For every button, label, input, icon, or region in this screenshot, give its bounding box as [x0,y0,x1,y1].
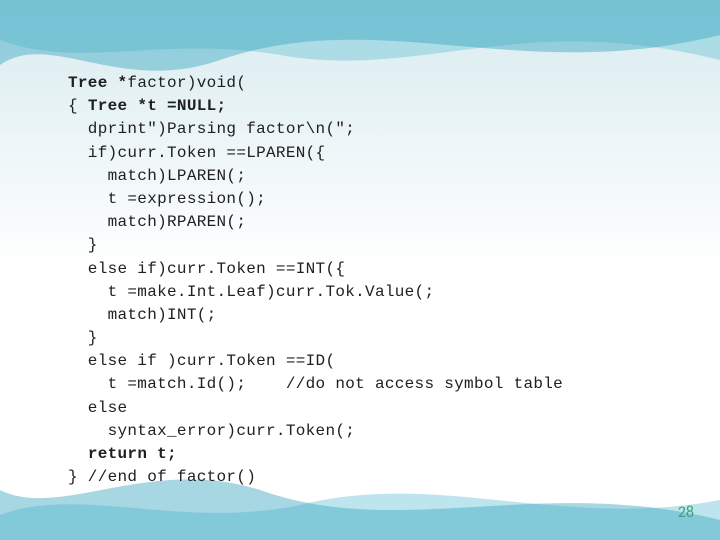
code-line: match)RPAREN(; [68,211,563,234]
code-line: return t; [68,443,563,466]
code-line: } [68,327,563,350]
code-line: t =make.Int.Leaf)curr.Tok.Value(; [68,281,563,304]
code-line: if)curr.Token ==LPAREN({ [68,142,563,165]
code-block: Tree *factor)void( { Tree *t =NULL; dpri… [68,72,563,489]
code-line: t =match.Id(); //do not access symbol ta… [68,373,563,396]
code-line: match)INT(; [68,304,563,327]
code-line: t =expression(); [68,188,563,211]
code-line: dprint")Parsing factor\n("; [68,118,563,141]
code-line: syntax_error)curr.Token(; [68,420,563,443]
code-line: Tree *factor)void( [68,72,563,95]
code-line: } //end of factor() [68,466,563,489]
code-line: match)LPAREN(; [68,165,563,188]
code-line: else if )curr.Token ==ID( [68,350,563,373]
code-line: else [68,397,563,420]
code-line: { Tree *t =NULL; [68,95,563,118]
code-line: else if)curr.Token ==INT({ [68,258,563,281]
code-line: } [68,234,563,257]
page-number: 28 [678,503,694,522]
